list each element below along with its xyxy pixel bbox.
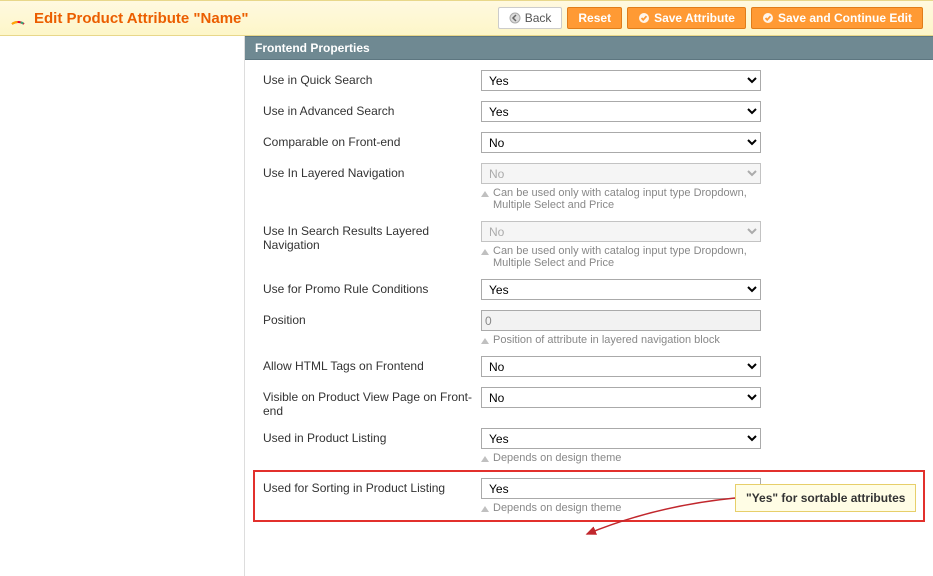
row-visible-pvp: Visible on Product View Page on Front-en… (263, 387, 915, 418)
row-layered-nav-search: Use In Search Results Layered Navigation… (263, 221, 915, 269)
back-icon (509, 12, 521, 24)
select-visible-pvp[interactable]: No (481, 387, 761, 408)
label-layered-nav-search: Use In Search Results Layered Navigation (263, 221, 481, 252)
attribute-icon (10, 10, 26, 26)
hint-position: Position of attribute in layered navigat… (481, 334, 761, 346)
select-product-listing[interactable]: Yes (481, 428, 761, 449)
hint-layered-nav: Can be used only with catalog input type… (481, 187, 761, 211)
back-button[interactable]: Back (498, 7, 563, 29)
callout: "Yes" for sortable attributes (735, 484, 916, 512)
row-product-listing: Used in Product Listing Yes Depends on d… (263, 428, 915, 464)
row-layered-nav: Use In Layered Navigation No Can be used… (263, 163, 915, 211)
save-continue-label: Save and Continue Edit (778, 11, 912, 25)
select-layered-nav: No (481, 163, 761, 184)
label-comparable: Comparable on Front-end (263, 132, 481, 149)
label-promo-rule: Use for Promo Rule Conditions (263, 279, 481, 296)
hint-sorting-listing: Depends on design theme (481, 502, 761, 514)
label-sorting-listing: Used for Sorting in Product Listing (263, 478, 481, 495)
check-icon (638, 12, 650, 24)
label-layered-nav: Use In Layered Navigation (263, 163, 481, 180)
hint-icon (481, 456, 489, 462)
row-promo-rule: Use for Promo Rule Conditions Yes (263, 279, 915, 300)
select-quick-search[interactable]: Yes (481, 70, 761, 91)
row-allow-html: Allow HTML Tags on Frontend No (263, 356, 915, 377)
label-advanced-search: Use in Advanced Search (263, 101, 481, 118)
save-label: Save Attribute (654, 11, 735, 25)
label-product-listing: Used in Product Listing (263, 428, 481, 445)
check-icon (762, 12, 774, 24)
back-label: Back (525, 11, 552, 25)
label-visible-pvp: Visible on Product View Page on Front-en… (263, 387, 481, 418)
section-header: Frontend Properties (245, 36, 933, 60)
hint-product-listing: Depends on design theme (481, 452, 761, 464)
hint-icon (481, 506, 489, 512)
reset-label: Reset (578, 11, 611, 25)
header-buttons: Back Reset Save Attribute Save and Conti… (498, 7, 923, 29)
row-advanced-search: Use in Advanced Search Yes (263, 101, 915, 122)
page-title: Edit Product Attribute "Name" (34, 10, 249, 27)
select-advanced-search[interactable]: Yes (481, 101, 761, 122)
reset-button[interactable]: Reset (567, 7, 622, 29)
sidebar (0, 36, 245, 576)
form: Use in Quick Search Yes Use in Advanced … (245, 60, 933, 532)
select-layered-nav-search: No (481, 221, 761, 242)
hint-icon (481, 249, 489, 255)
select-sorting-listing[interactable]: Yes (481, 478, 761, 499)
hint-icon (481, 338, 489, 344)
row-quick-search: Use in Quick Search Yes (263, 70, 915, 91)
hint-icon (481, 191, 489, 197)
label-position: Position (263, 310, 481, 327)
row-comparable: Comparable on Front-end No (263, 132, 915, 153)
page-header: Edit Product Attribute "Name" Back Reset… (0, 0, 933, 36)
row-position: Position Position of attribute in layere… (263, 310, 915, 346)
select-allow-html[interactable]: No (481, 356, 761, 377)
hint-layered-nav-search: Can be used only with catalog input type… (481, 245, 761, 269)
input-position (481, 310, 761, 331)
save-continue-button[interactable]: Save and Continue Edit (751, 7, 923, 29)
select-comparable[interactable]: No (481, 132, 761, 153)
label-quick-search: Use in Quick Search (263, 70, 481, 87)
label-allow-html: Allow HTML Tags on Frontend (263, 356, 481, 373)
select-promo-rule[interactable]: Yes (481, 279, 761, 300)
save-button[interactable]: Save Attribute (627, 7, 746, 29)
